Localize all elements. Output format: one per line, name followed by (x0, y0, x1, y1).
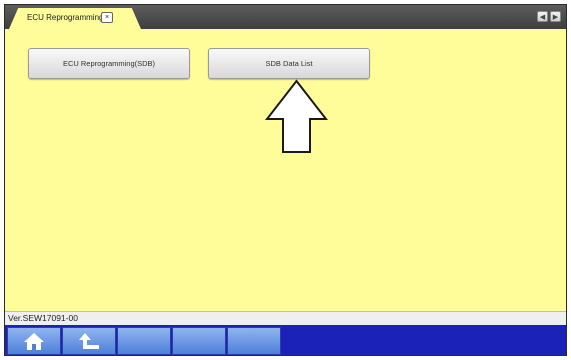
nav-button-4[interactable] (172, 327, 226, 355)
home-icon (24, 333, 44, 350)
back-button[interactable] (62, 327, 116, 355)
nav-button-3[interactable] (117, 327, 171, 355)
tab-close-button[interactable]: × (101, 12, 113, 23)
version-label: Ver.SEW17091-00 (8, 313, 78, 323)
app-window: ECU Reprogramming × ◀ ▶ ECU Reprogrammin… (4, 4, 567, 356)
nav-button-5[interactable] (227, 327, 281, 355)
tab-scroll-left-button[interactable]: ◀ (537, 11, 548, 22)
sdb-data-list-button[interactable]: SDB Data List (208, 48, 370, 79)
pointer-arrow-icon (265, 79, 328, 153)
tab-bar: ECU Reprogramming × ◀ ▶ (5, 5, 566, 29)
tab-ecu-reprogramming[interactable]: ECU Reprogramming × (9, 8, 141, 29)
tab-label: ECU Reprogramming (27, 13, 104, 22)
bottom-nav-bar (5, 325, 566, 355)
ecu-reprogramming-sdb-button[interactable]: ECU Reprogramming(SDB) (28, 48, 190, 79)
main-content: ECU Reprogramming(SDB) SDB Data List (5, 29, 566, 311)
home-button[interactable] (7, 327, 61, 355)
back-up-icon (79, 333, 99, 349)
tab-scroll-right-button[interactable]: ▶ (550, 11, 561, 22)
status-bar: Ver.SEW17091-00 (5, 311, 566, 326)
